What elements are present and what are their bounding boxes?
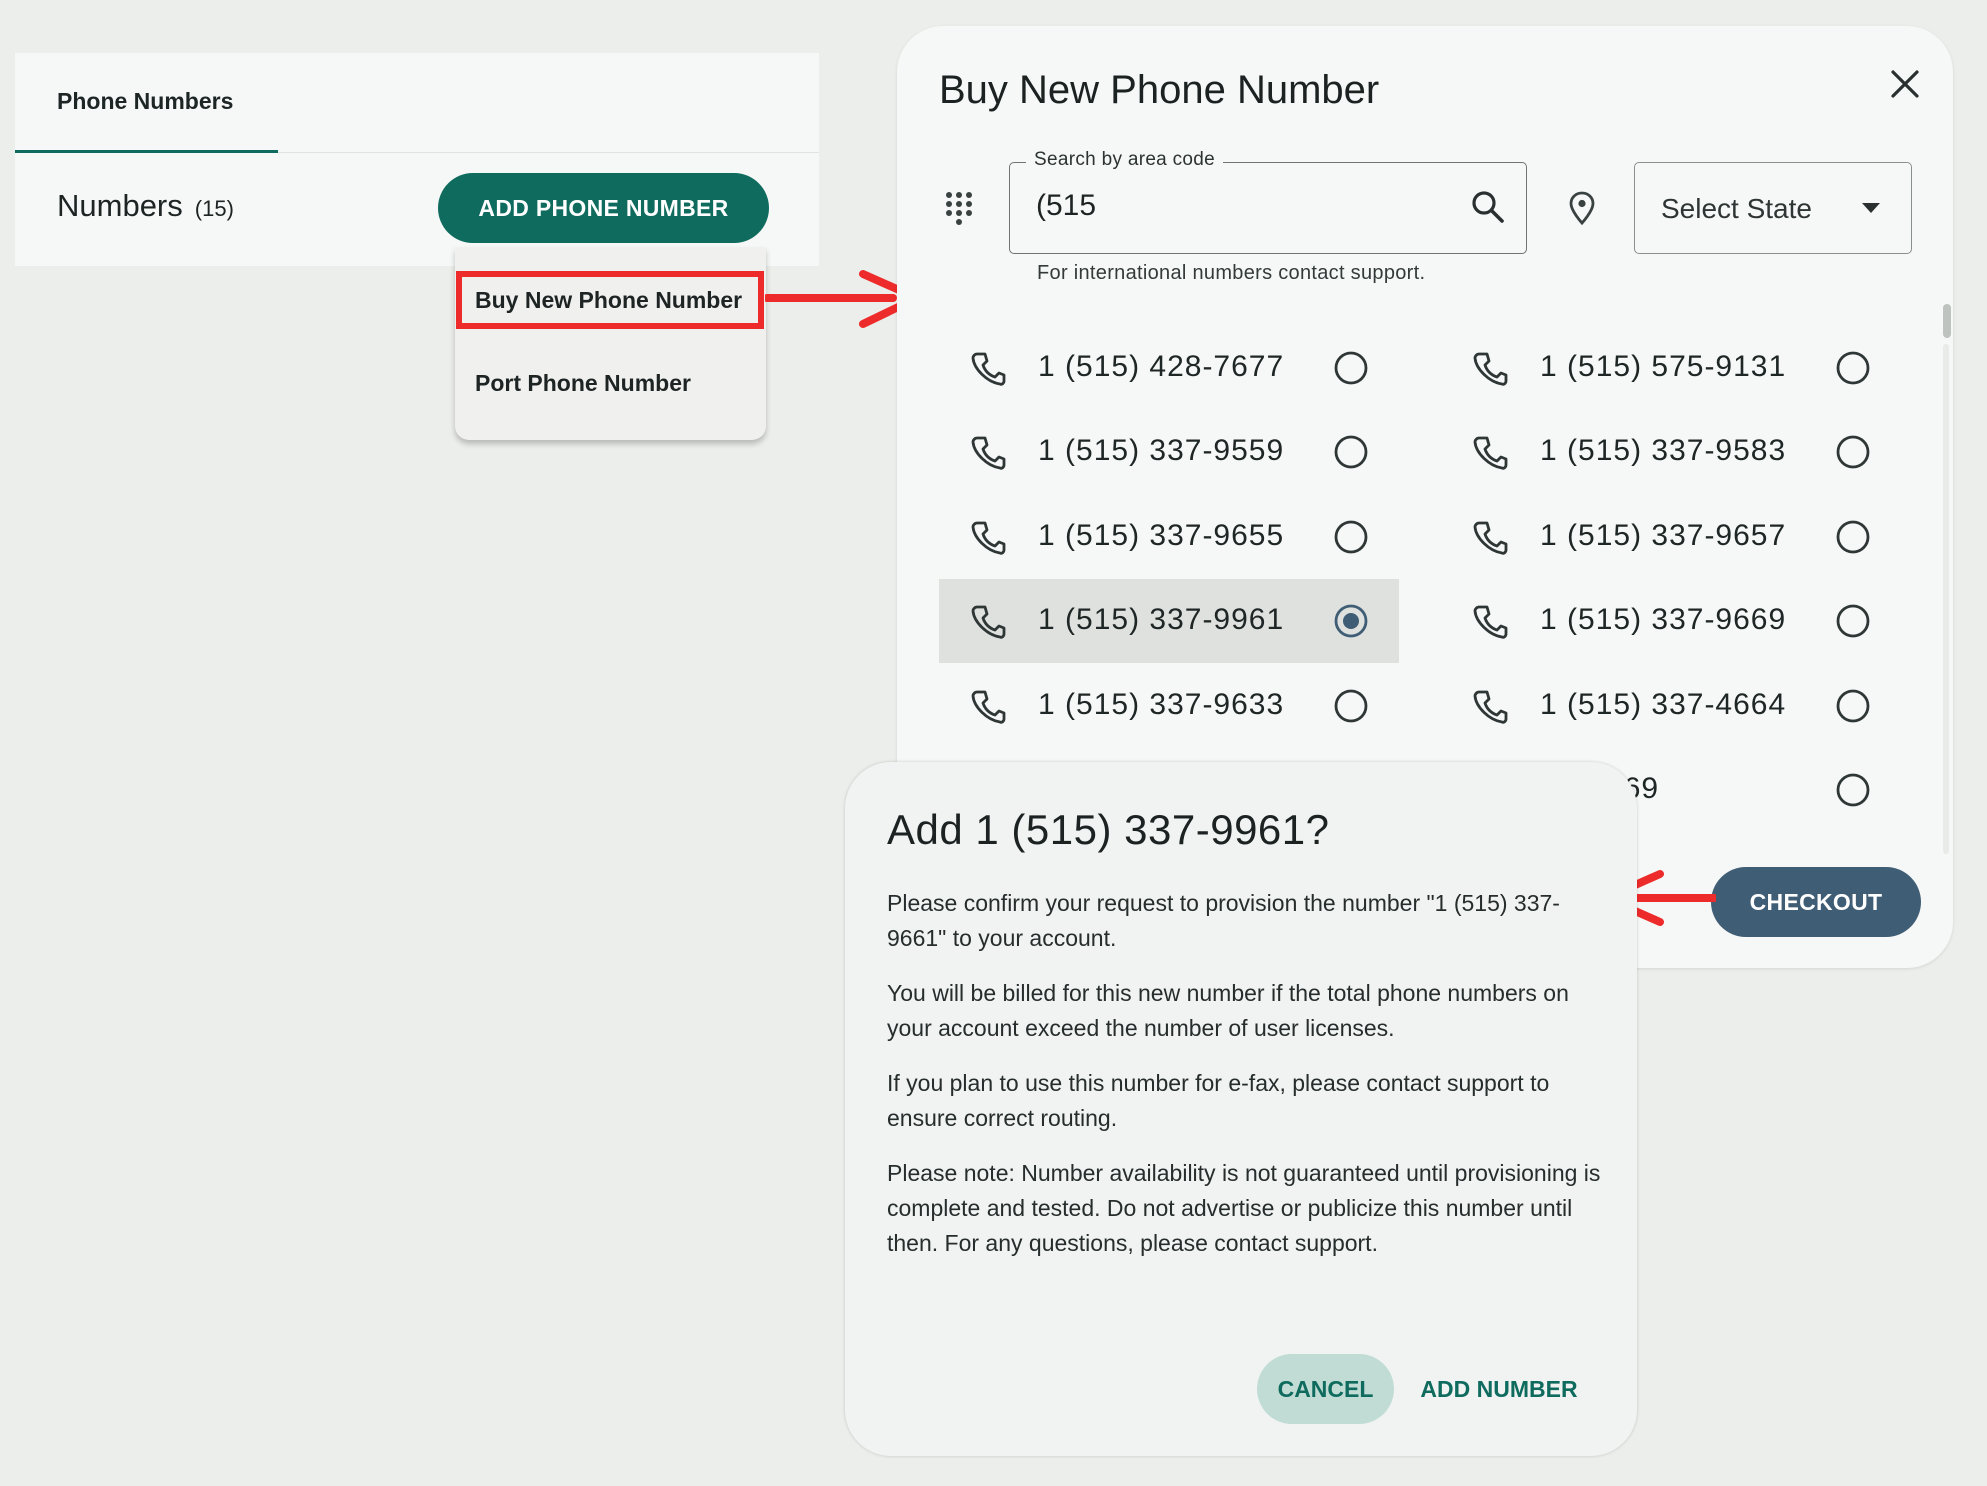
efax-paragraph: If you plan to use this number for e-fax… xyxy=(887,1070,1550,1131)
numbers-heading: Numbers (15) xyxy=(57,188,234,224)
confirm-add-number-dialog: Add 1 (515) 337-9961? Please confirm you… xyxy=(845,762,1637,1456)
chevron-down-icon xyxy=(1862,203,1880,213)
radio-button[interactable] xyxy=(1835,772,1871,808)
menu-item-port-number[interactable]: Port Phone Number xyxy=(455,354,766,412)
number-text: 1 (515) 337-9559 xyxy=(1038,434,1285,467)
number-option-selected[interactable]: 1 (515) 337-9961 xyxy=(939,579,1399,663)
numbers-count: (15) xyxy=(194,196,234,221)
list-scrollbar[interactable] xyxy=(1943,304,1951,338)
search-helper-text: For international numbers contact suppor… xyxy=(1037,262,1426,284)
radio-button[interactable] xyxy=(1835,603,1871,639)
state-select-value: Select State xyxy=(1661,193,1812,224)
search-field-label: Search by area code xyxy=(1026,149,1224,171)
phone-icon xyxy=(971,605,1006,639)
cancel-button[interactable]: CANCEL xyxy=(1257,1354,1394,1424)
cancel-button-label: CANCEL xyxy=(1277,1375,1374,1402)
number-text: 1 (515) 337-9657 xyxy=(1540,519,1787,552)
search-input[interactable]: (515 xyxy=(1036,189,1096,223)
number-text: 1 (515) 575-9131 xyxy=(1540,350,1787,383)
number-option[interactable]: 1 (515) 337-9657 xyxy=(1441,495,1901,579)
tab-phone-numbers-label: Phone Numbers xyxy=(57,88,234,114)
number-text: 1 (515) 337-9655 xyxy=(1038,519,1285,552)
number-option[interactable]: 1 (515) 428-7677 xyxy=(939,326,1399,410)
phone-icon xyxy=(1473,352,1508,386)
number-option[interactable]: 1 (515) 337-9583 xyxy=(1441,410,1901,494)
availability-paragraph: Please note: Number availability is not … xyxy=(887,1160,1601,1256)
radio-button[interactable] xyxy=(1333,519,1369,555)
checkout-button-label: CHECKOUT xyxy=(1749,888,1883,915)
dialpad-icon[interactable] xyxy=(944,190,974,226)
phone-icon xyxy=(1473,690,1508,724)
number-text: 1 (515) 337-9583 xyxy=(1540,434,1787,467)
checkout-button[interactable]: CHECKOUT xyxy=(1711,867,1921,937)
menu-item-buy-label: Buy New Phone Number xyxy=(475,286,743,313)
phone-icon xyxy=(971,436,1006,470)
radio-button[interactable] xyxy=(1835,519,1871,555)
radio-button[interactable] xyxy=(1333,350,1369,386)
radio-button-checked[interactable] xyxy=(1333,603,1369,639)
radio-button[interactable] xyxy=(1835,350,1871,386)
number-option[interactable]: 1 (515) 337-9655 xyxy=(939,495,1399,579)
phone-icon xyxy=(971,352,1006,386)
radio-button[interactable] xyxy=(1333,688,1369,724)
add-number-button[interactable]: ADD NUMBER xyxy=(1410,1354,1588,1424)
confirm-dialog-title: Add 1 (515) 337-9961? xyxy=(887,806,1330,853)
menu-item-buy-new-number[interactable]: Buy New Phone Number xyxy=(456,271,764,329)
add-number-button-label: ADD NUMBER xyxy=(1420,1375,1578,1402)
number-option[interactable]: 1 (515) 337-4664 xyxy=(1441,664,1901,748)
tab-phone-numbers[interactable]: Phone Numbers xyxy=(15,53,278,153)
list-scrollbar-track xyxy=(1943,344,1949,854)
number-text: 1 (515) 337-9633 xyxy=(1038,688,1285,721)
tab-bar: Phone Numbers xyxy=(15,53,819,153)
radio-button[interactable] xyxy=(1835,688,1871,724)
add-phone-number-button[interactable]: ADD PHONE NUMBER xyxy=(438,173,769,243)
number-option[interactable]: 1 (515) 337-9633 xyxy=(939,664,1399,748)
location-pin-icon[interactable] xyxy=(1567,190,1597,226)
number-text: 1 (515) 337-9961 xyxy=(1038,603,1285,636)
phone-icon xyxy=(1473,605,1508,639)
radio-button[interactable] xyxy=(1333,434,1369,470)
close-icon[interactable] xyxy=(1883,62,1927,106)
phone-icon xyxy=(1473,436,1508,470)
search-icon[interactable] xyxy=(1470,189,1506,225)
number-option[interactable]: 1 (515) 575-9131 xyxy=(1441,326,1901,410)
dialog-title: Buy New Phone Number xyxy=(939,68,1380,112)
numbers-label: Numbers xyxy=(57,188,183,223)
number-text: 1 (515) 428-7677 xyxy=(1038,350,1285,383)
number-option[interactable]: 1 (515) 337-9669 xyxy=(1441,579,1901,663)
number-text: 1 (515) 337-9669 xyxy=(1540,603,1787,636)
area-code-search-field[interactable]: Search by area code (515 xyxy=(1009,149,1527,254)
phone-icon xyxy=(971,521,1006,555)
phone-icon xyxy=(1473,521,1508,555)
phone-icon xyxy=(971,690,1006,724)
number-text: 1 (515) 337-4664 xyxy=(1540,688,1787,721)
add-phone-menu: Buy New Phone Number Port Phone Number xyxy=(455,247,766,440)
billing-paragraph: You will be billed for this new number i… xyxy=(887,980,1569,1041)
state-select[interactable]: Select State xyxy=(1634,162,1912,254)
radio-button[interactable] xyxy=(1835,434,1871,470)
number-option[interactable]: 1 (515) 337-9559 xyxy=(939,410,1399,494)
menu-item-port-label: Port Phone Number xyxy=(475,369,691,396)
add-phone-number-label: ADD PHONE NUMBER xyxy=(478,194,729,221)
confirm-paragraph: Please confirm your request to provision… xyxy=(887,890,1560,951)
